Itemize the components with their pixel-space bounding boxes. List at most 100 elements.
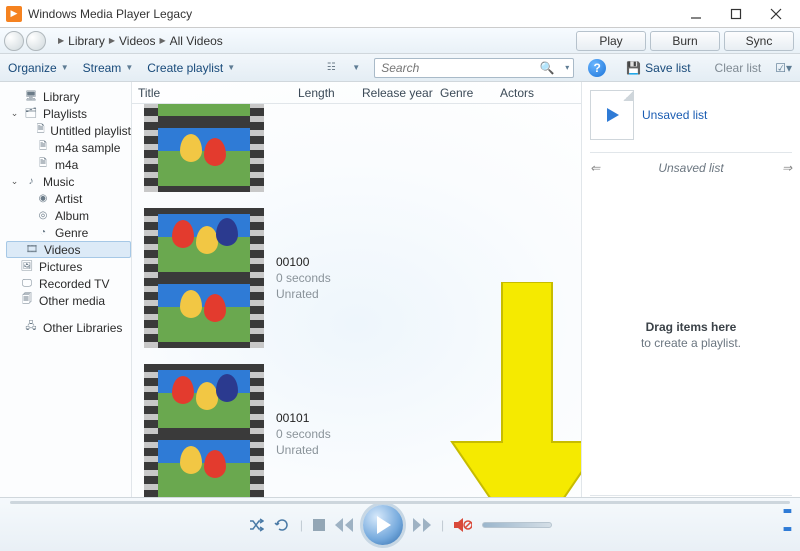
tab-play[interactable]: Play: [576, 31, 646, 51]
repeat-button[interactable]: [274, 517, 290, 533]
close-button[interactable]: [756, 2, 796, 26]
video-duration: 0 seconds: [276, 427, 331, 441]
sidebar-item-label: Genre: [55, 226, 88, 240]
search-input[interactable]: 🔍 ▾: [374, 58, 574, 78]
col-actors[interactable]: Actors: [500, 86, 560, 100]
breadcrumb[interactable]: ▶ Library ▶ Videos ▶ All Videos: [50, 34, 570, 48]
video-thumbnail: [144, 364, 264, 504]
main-area: 🖥Library ⌄🗂Playlists 🗎Untitled playlist …: [0, 82, 800, 522]
save-list-button[interactable]: 💾Save list: [626, 61, 690, 75]
sidebar-item-music[interactable]: ⌄♪Music: [6, 173, 131, 190]
sidebar-playlist-item[interactable]: 🗎 Untitled playlist: [6, 122, 131, 139]
sidebar-item-label: m4a sample: [55, 141, 120, 155]
sidebar-item-label: Pictures: [39, 260, 82, 274]
minimize-button[interactable]: [676, 2, 716, 26]
nav-forward-button[interactable]: [26, 31, 46, 51]
playlist-prev-button[interactable]: ⇐: [590, 161, 600, 175]
chevron-down-icon: ▼: [125, 63, 133, 72]
pictures-icon: 🖼: [20, 260, 34, 274]
playback-bar: | | ▪▪▪▪: [0, 497, 800, 551]
window-title: Windows Media Player Legacy: [28, 7, 676, 21]
sidebar-item-label: m4a: [55, 158, 78, 172]
chevron-down-icon[interactable]: ▾: [565, 63, 569, 72]
sidebar-item-pictures[interactable]: 🖼 Pictures: [6, 258, 131, 275]
sidebar-music-item[interactable]: ◉Artist: [6, 190, 131, 207]
tv-icon: 🖵: [20, 277, 34, 291]
chevron-right-icon: ▶: [159, 36, 165, 45]
switch-view-button[interactable]: ▪▪▪▪: [783, 503, 790, 539]
sidebar-item-other-libraries[interactable]: 🖧Other Libraries: [6, 319, 131, 336]
playlist-title-link[interactable]: Unsaved list: [642, 108, 707, 122]
sidebar-playlist-item[interactable]: 🗎 m4a sample: [6, 139, 131, 156]
playlist-hint-bold: Drag items here: [646, 320, 737, 334]
organize-button[interactable]: Organize ▼: [8, 61, 69, 75]
sidebar-music-item[interactable]: ◎Album: [6, 207, 131, 224]
sidebar-item-label: Untitled playlist: [50, 124, 131, 138]
play-button[interactable]: [363, 505, 403, 545]
col-title[interactable]: Title: [138, 86, 298, 100]
playlist-icon: 🗎: [36, 141, 50, 155]
playlists-icon: 🗂: [24, 107, 38, 121]
collapse-icon[interactable]: ⌄: [10, 176, 19, 187]
save-list-label: Save list: [645, 61, 690, 75]
sidebar-item-label: Album: [55, 209, 89, 223]
breadcrumb-item[interactable]: Videos: [119, 34, 155, 48]
col-length[interactable]: Length: [298, 86, 362, 100]
collapse-icon[interactable]: ⌄: [10, 108, 19, 119]
sidebar-item-label: Other Libraries: [43, 321, 122, 335]
nav-row: ▶ Library ▶ Videos ▶ All Videos Play Bur…: [0, 28, 800, 54]
clear-list-button[interactable]: Clear list: [715, 61, 762, 75]
create-playlist-button[interactable]: Create playlist▼: [147, 61, 235, 75]
list-item[interactable]: [132, 104, 581, 200]
shuffle-button[interactable]: [248, 517, 264, 533]
pane-options-icon[interactable]: ☑▾: [775, 61, 792, 75]
help-button[interactable]: ?: [588, 59, 606, 77]
video-duration: 0 seconds: [276, 271, 331, 285]
playlist-subtitle: Unsaved list: [658, 161, 723, 175]
chevron-right-icon: ▶: [58, 36, 64, 45]
sidebar-item-videos[interactable]: 🎞Videos: [6, 241, 131, 258]
media-icon: 🗐: [20, 294, 34, 308]
search-icon[interactable]: 🔍: [540, 61, 555, 75]
sidebar-item-recorded-tv[interactable]: 🖵Recorded TV: [6, 275, 131, 292]
sidebar-item-library[interactable]: 🖥Library: [6, 88, 131, 105]
tab-burn-label: Burn: [672, 34, 697, 48]
nav-back-button[interactable]: [4, 31, 24, 51]
video-meta: 00101 0 seconds Unrated: [276, 411, 331, 457]
tab-burn[interactable]: Burn: [650, 31, 720, 51]
playlist-icon: 🗎: [36, 158, 50, 172]
col-genre[interactable]: Genre: [440, 86, 500, 100]
maximize-button[interactable]: [716, 2, 756, 26]
chevron-down-icon: ▼: [61, 63, 69, 72]
sidebar-playlist-item[interactable]: 🗎 m4a: [6, 156, 131, 173]
chevron-down-icon: ▼: [352, 63, 360, 72]
breadcrumb-item[interactable]: Library: [68, 34, 105, 48]
playlist-drop-area[interactable]: Drag items here to create a playlist.: [590, 175, 792, 495]
view-options-icon[interactable]: ☷: [324, 61, 338, 75]
video-rating: Unrated: [276, 287, 331, 301]
playlist-icon: 🗎: [36, 124, 45, 138]
list-item[interactable]: 00100 0 seconds Unrated: [132, 200, 581, 356]
sidebar-item-label: Music: [43, 175, 74, 189]
seek-bar[interactable]: [10, 501, 790, 504]
mute-button[interactable]: [454, 518, 472, 532]
breadcrumb-item[interactable]: All Videos: [170, 34, 223, 48]
sidebar-item-other-media[interactable]: 🗐Other media: [6, 292, 131, 309]
col-release-year[interactable]: Release year: [362, 86, 440, 100]
next-button[interactable]: [413, 518, 431, 532]
organize-label: Organize: [8, 61, 57, 75]
video-meta: 00100 0 seconds Unrated: [276, 255, 331, 301]
volume-slider[interactable]: [482, 522, 552, 528]
stop-button[interactable]: [313, 519, 325, 531]
video-thumbnail: [144, 208, 264, 348]
playlist-next-button[interactable]: ⇒: [782, 161, 792, 175]
list-item[interactable]: 00101 0 seconds Unrated: [132, 356, 581, 512]
stream-button[interactable]: Stream▼: [83, 61, 134, 75]
search-field[interactable]: [379, 60, 529, 76]
previous-button[interactable]: [335, 518, 353, 532]
videos-icon: 🎞: [25, 243, 39, 257]
tab-sync[interactable]: Sync: [724, 31, 794, 51]
sidebar-music-item[interactable]: ◔Genre: [6, 224, 131, 241]
sidebar-item-playlists[interactable]: ⌄🗂Playlists: [6, 105, 131, 122]
clear-list-label: Clear list: [715, 61, 762, 75]
